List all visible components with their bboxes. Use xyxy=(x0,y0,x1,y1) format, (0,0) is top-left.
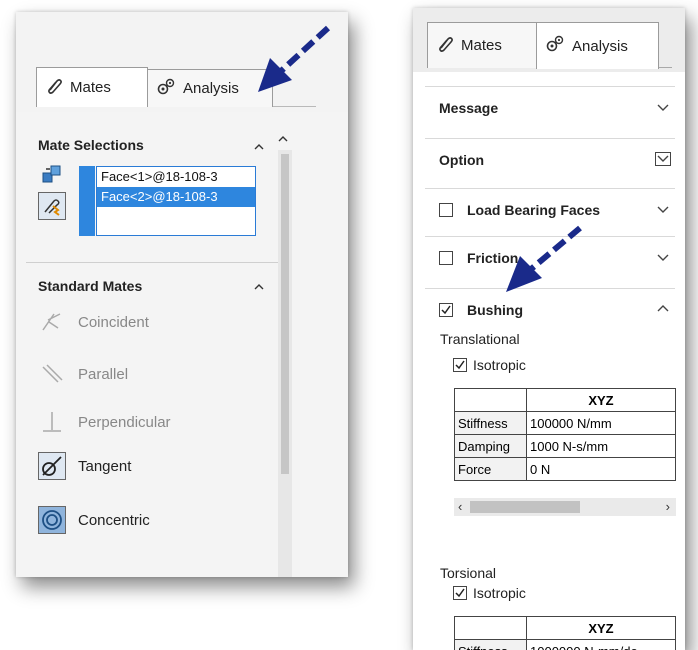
coincident-icon xyxy=(38,308,66,336)
translational-isotropic-checkbox[interactable] xyxy=(453,358,467,372)
bushing-label: Bushing xyxy=(467,301,523,318)
pointer-arrow-icon xyxy=(506,225,582,292)
option-section-header[interactable]: Option xyxy=(425,138,675,180)
mate-coincident[interactable]: Coincident xyxy=(38,308,149,336)
message-label: Message xyxy=(439,99,499,116)
row-header: Damping xyxy=(454,434,527,458)
chevron-up-icon[interactable] xyxy=(254,282,264,292)
list-item[interactable]: Face<2>@18-108-3 xyxy=(97,187,255,207)
tab-mates[interactable]: Mates xyxy=(427,22,537,68)
mate-pin-icon[interactable] xyxy=(38,192,66,220)
selection-color-bar xyxy=(79,166,95,236)
checkmark-icon xyxy=(455,360,465,370)
bushing-checkbox[interactable] xyxy=(439,302,453,317)
paperclip-icon xyxy=(45,77,63,99)
torsional-table: XYZ Stiffness 1000000 N-mm/de xyxy=(454,616,676,650)
perpendicular-icon xyxy=(38,408,66,436)
table-row: Force 0 N xyxy=(454,457,676,481)
torsional-isotropic-checkbox[interactable] xyxy=(453,586,467,600)
divider xyxy=(26,262,286,263)
gears-icon xyxy=(545,35,565,57)
right-tab-strip: Mates Analysis xyxy=(413,8,685,72)
checkmark-icon xyxy=(455,588,465,598)
tab-analysis[interactable]: Analysis xyxy=(536,22,659,69)
chevron-down-icon xyxy=(655,152,671,166)
tab-analysis-label: Analysis xyxy=(183,80,239,97)
vertical-scrollbar[interactable] xyxy=(278,150,292,577)
checkmark-icon xyxy=(441,305,451,314)
chevron-down-icon xyxy=(657,104,669,111)
torsional-isotropic[interactable]: Isotropic xyxy=(453,585,526,601)
chevron-down-icon xyxy=(657,206,669,213)
message-section-header[interactable]: Message xyxy=(425,86,675,128)
tab-mates-label: Mates xyxy=(70,79,111,96)
right-propertymanager-panel: Mates Analysis Message Option Load Beari… xyxy=(413,8,685,650)
row-header: Stiffness xyxy=(454,411,527,435)
paperclip-icon xyxy=(436,35,454,57)
mate-selections-title: Mate Selections xyxy=(38,137,144,153)
column-header: XYZ xyxy=(526,616,676,640)
table-cell[interactable]: 0 N xyxy=(526,457,676,481)
mate-perpendicular[interactable]: Perpendicular xyxy=(38,408,171,436)
translational-isotropic[interactable]: Isotropic xyxy=(453,357,526,373)
chevron-up-icon[interactable] xyxy=(278,134,288,144)
mate-selections-list[interactable]: Face<1>@18-108-3 Face<2>@18-108-3 xyxy=(79,166,256,236)
tab-mates-label: Mates xyxy=(461,37,502,54)
mate-label: Concentric xyxy=(78,511,150,529)
pointer-arrow-icon xyxy=(258,25,331,92)
load-bearing-faces-checkbox[interactable] xyxy=(439,202,453,217)
isotropic-label: Isotropic xyxy=(473,585,526,601)
option-label: Option xyxy=(439,151,485,168)
torsional-table-viewport: XYZ Stiffness 1000000 N-mm/de xyxy=(454,616,676,650)
chevron-down-icon xyxy=(657,254,669,261)
table-row: Stiffness 100000 N/mm xyxy=(454,411,676,435)
table-cell[interactable]: 1000 N-s/mm xyxy=(526,434,676,458)
table-cell[interactable]: 100000 N/mm xyxy=(526,411,676,435)
left-panel-body: Mate Selections Face<1>@18-108-3 Face<2>… xyxy=(16,112,348,577)
mate-selections-icon xyxy=(38,161,66,189)
tab-analysis-label: Analysis xyxy=(572,37,628,55)
row-header: Stiffness xyxy=(454,639,527,650)
translational-table: XYZ Stiffness 100000 N/mm Damping 1000 N… xyxy=(454,388,676,481)
tab-mates[interactable]: Mates xyxy=(36,67,148,107)
load-bearing-faces-label: Load Bearing Faces xyxy=(467,201,601,218)
chevron-up-icon xyxy=(657,305,669,312)
table-row: Damping 1000 N-s/mm xyxy=(454,434,676,458)
horizontal-scrollbar[interactable]: ‹ › xyxy=(454,498,676,516)
scrollbar-thumb[interactable] xyxy=(470,501,580,513)
list-item[interactable]: Face<1>@18-108-3 xyxy=(97,167,255,187)
isotropic-label: Isotropic xyxy=(473,357,526,373)
table-corner xyxy=(454,616,527,640)
scroll-left-icon[interactable]: ‹ xyxy=(458,499,462,514)
row-header: Force xyxy=(454,457,527,481)
translational-title: Translational xyxy=(440,331,520,347)
parallel-icon xyxy=(38,360,66,388)
friction-checkbox[interactable] xyxy=(439,250,453,265)
mate-label: Perpendicular xyxy=(78,413,171,431)
column-header: XYZ xyxy=(526,388,676,412)
table-corner xyxy=(454,388,527,412)
mate-concentric[interactable]: Concentric xyxy=(38,506,150,534)
table-cell[interactable]: 1000000 N-mm/de xyxy=(526,639,676,650)
mate-label: Parallel xyxy=(78,365,129,383)
concentric-icon xyxy=(38,506,66,534)
table-row: Stiffness 1000000 N-mm/de xyxy=(454,639,676,650)
mate-parallel[interactable]: Parallel xyxy=(38,360,128,388)
standard-mates-title: Standard Mates xyxy=(38,278,143,294)
translational-table-viewport: XYZ Stiffness 100000 N/mm Damping 1000 N… xyxy=(454,388,676,482)
chevron-up-icon[interactable] xyxy=(254,142,264,152)
scroll-right-icon[interactable]: › xyxy=(666,499,670,514)
mate-tangent[interactable]: Tangent xyxy=(38,452,131,480)
scrollbar-thumb[interactable] xyxy=(281,154,289,474)
mate-label: Tangent xyxy=(78,457,132,475)
mate-label: Coincident xyxy=(78,313,149,331)
torsional-title: Torsional xyxy=(440,565,497,581)
tangent-icon xyxy=(38,452,66,480)
gears-icon xyxy=(156,78,176,100)
